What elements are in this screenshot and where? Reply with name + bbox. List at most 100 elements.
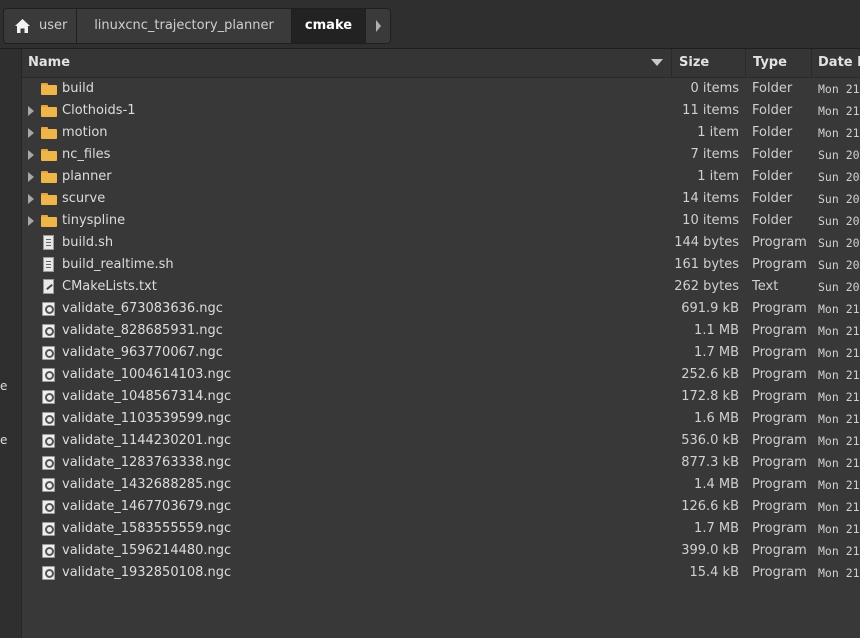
file-type: Program	[752, 477, 807, 492]
file-type: Folder	[752, 191, 793, 206]
file-rows: build 0 items Folder Mon 21 Clothoids-1 11 it…	[22, 78, 860, 584]
file-type: Text	[752, 279, 779, 294]
file-name: CMakeLists.txt	[62, 279, 157, 294]
breadcrumb-project[interactable]: linuxcnc_trajectory_planner	[77, 9, 292, 43]
file-date: Mon 21	[818, 478, 860, 492]
file-type: Program	[752, 235, 807, 250]
table-row[interactable]: validate_1467703679.ngc 126.6 kB Program Mo…	[22, 496, 860, 518]
file-date: Mon 21	[818, 302, 860, 316]
file-list[interactable]: Name Size Type Date M build 0 items Folder…	[22, 49, 860, 638]
expand-triangle-icon[interactable]	[28, 172, 34, 182]
file-name: validate_1467703679.ngc	[62, 499, 232, 514]
breadcrumb-current[interactable]: cmake	[292, 9, 366, 43]
breadcrumb-bar: user linuxcnc_trajectory_planner cmake	[0, 0, 860, 49]
file-date: Mon 21	[818, 126, 860, 140]
table-row[interactable]: validate_1103539599.ngc 1.6 MB Program Mon …	[22, 408, 860, 430]
file-type: Program	[752, 521, 807, 536]
table-row[interactable]: validate_1144230201.ngc 536.0 kB Program Mo…	[22, 430, 860, 452]
file-date: Mon 21	[818, 412, 860, 426]
expand-triangle-icon[interactable]	[28, 150, 34, 160]
table-row[interactable]: validate_1432688285.ngc 1.4 MB Program Mon …	[22, 474, 860, 496]
table-row[interactable]: build 0 items Folder Mon 21	[22, 78, 860, 100]
program-file-icon	[42, 478, 55, 492]
file-name: nc_files	[62, 147, 111, 162]
folder-icon	[41, 83, 57, 95]
program-file-icon	[42, 434, 55, 448]
table-row[interactable]: validate_963770067.ngc 1.7 MB Program Mon 2…	[22, 342, 860, 364]
chevron-right-icon	[375, 20, 381, 32]
expand-triangle-icon[interactable]	[28, 128, 34, 138]
table-row[interactable]: motion 1 item Folder Mon 21	[22, 122, 860, 144]
table-row[interactable]: CMakeLists.txt 262 bytes Text Sun 20	[22, 276, 860, 298]
table-row[interactable]: validate_1004614103.ngc 252.6 kB Program Mo…	[22, 364, 860, 386]
column-header-size[interactable]: Size	[671, 49, 745, 77]
file-date: Mon 21	[818, 390, 860, 404]
breadcrumb-forward-button[interactable]	[366, 9, 390, 43]
expand-triangle-icon[interactable]	[28, 194, 34, 204]
table-row[interactable]: nc_files 7 items Folder Sun 20	[22, 144, 860, 166]
table-row[interactable]: validate_1932850108.ngc 15.4 kB Program Mon…	[22, 562, 860, 584]
file-date: Mon 21	[818, 346, 860, 360]
file-name: validate_1932850108.ngc	[62, 565, 232, 580]
column-header-type[interactable]: Type	[745, 49, 811, 77]
file-size: 15.4 kB	[689, 565, 739, 580]
text-file-icon	[43, 279, 54, 294]
file-name: validate_673083636.ngc	[62, 301, 223, 316]
file-date: Mon 21	[818, 456, 860, 470]
file-type: Program	[752, 257, 807, 272]
table-row[interactable]: build.sh 144 bytes Program Sun 20	[22, 232, 860, 254]
file-size: 172.8 kB	[681, 389, 739, 404]
program-file-icon	[42, 522, 55, 536]
file-name: motion	[62, 125, 108, 140]
file-size: 1 item	[697, 169, 739, 184]
table-row[interactable]: scurve 14 items Folder Sun 20	[22, 188, 860, 210]
file-name: build.sh	[62, 235, 114, 250]
expand-triangle-icon[interactable]	[28, 216, 34, 226]
expand-triangle-icon[interactable]	[28, 106, 34, 116]
file-type: Program	[752, 323, 807, 338]
table-row[interactable]: validate_1596214480.ngc 399.0 kB Program Mo…	[22, 540, 860, 562]
column-header-date[interactable]: Date M	[811, 49, 860, 77]
file-date: Mon 21	[818, 566, 860, 580]
sidebar-pane[interactable]: e e	[0, 49, 22, 638]
table-row[interactable]: validate_1048567314.ngc 172.8 kB Program Mo…	[22, 386, 860, 408]
folder-icon	[41, 193, 57, 205]
table-row[interactable]: Clothoids-1 11 items Folder Mon 21	[22, 100, 860, 122]
file-type: Program	[752, 499, 807, 514]
file-date: Sun 20	[818, 236, 860, 250]
table-row[interactable]: validate_828685931.ngc 1.1 MB Program Mon 2…	[22, 320, 860, 342]
breadcrumb-home[interactable]: user	[4, 9, 77, 43]
file-size: 7 items	[690, 147, 739, 162]
breadcrumb: user linuxcnc_trajectory_planner cmake	[3, 8, 391, 44]
file-size: 1 item	[697, 125, 739, 140]
program-file-icon	[42, 566, 55, 580]
file-name: tinyspline	[62, 213, 126, 228]
table-row[interactable]: validate_1283763338.ngc 877.3 kB Program Mo…	[22, 452, 860, 474]
table-row[interactable]: validate_673083636.ngc 691.9 kB Program Mon…	[22, 298, 860, 320]
file-date: Sun 20	[818, 148, 860, 162]
file-size: 536.0 kB	[681, 433, 739, 448]
file-type: Folder	[752, 213, 793, 228]
table-row[interactable]: planner 1 item Folder Sun 20	[22, 166, 860, 188]
file-date: Mon 21	[818, 522, 860, 536]
file-date: Mon 21	[818, 368, 860, 382]
file-date: Sun 20	[818, 214, 860, 228]
file-size: 1.6 MB	[694, 411, 739, 426]
file-size: 1.7 MB	[694, 345, 739, 360]
file-date: Sun 20	[818, 192, 860, 206]
file-type: Program	[752, 411, 807, 426]
file-name: validate_1048567314.ngc	[62, 389, 232, 404]
file-type: Program	[752, 543, 807, 558]
file-type: Folder	[752, 125, 793, 140]
file-date: Mon 21	[818, 500, 860, 514]
table-row[interactable]: validate_1583555559.ngc 1.7 MB Program Mon …	[22, 518, 860, 540]
file-name: build_realtime.sh	[62, 257, 174, 272]
sort-descending-icon[interactable]	[651, 59, 663, 66]
sidebar-fragment-text: e	[0, 379, 8, 393]
table-row[interactable]: tinyspline 10 items Folder Sun 20	[22, 210, 860, 232]
program-file-icon	[42, 500, 55, 514]
column-header-name[interactable]: Name	[22, 49, 671, 77]
folder-icon	[41, 149, 57, 161]
table-row[interactable]: build_realtime.sh 161 bytes Program Sun 20	[22, 254, 860, 276]
file-size: 10 items	[682, 213, 739, 228]
